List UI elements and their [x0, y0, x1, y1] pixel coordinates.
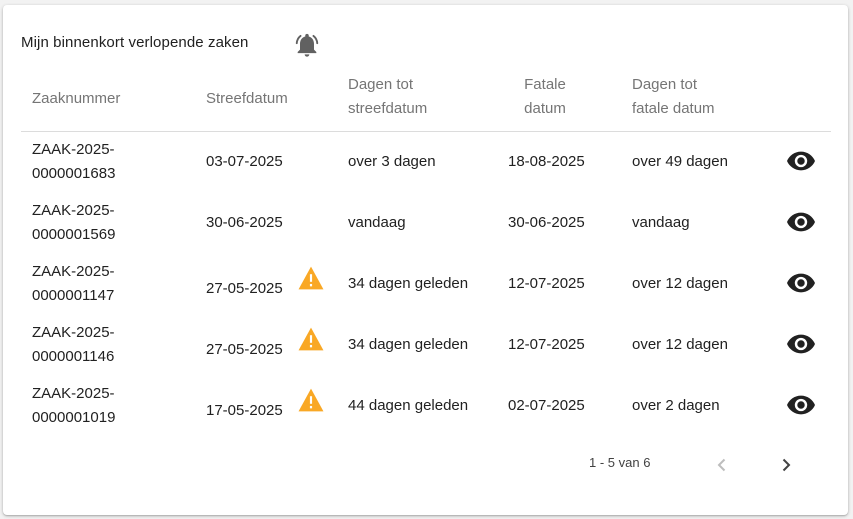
- days-to-target: over 3 dagen: [348, 153, 436, 170]
- target-date: 27-05-2025: [206, 280, 283, 297]
- warning-triangle-icon: [298, 266, 324, 290]
- days-to-target: 44 dagen geleden: [348, 397, 469, 414]
- days-to-target: 34 dagen geleden: [348, 275, 469, 292]
- fatal-date: 02-07-2025: [508, 397, 585, 414]
- target-date: 03-07-2025: [206, 153, 283, 170]
- alarm-bell-icon: [295, 33, 319, 57]
- column-header-dagen-tot-fatale-datum[interactable]: Dagen tot fatale datum: [632, 73, 715, 121]
- case-number-line: ZAAK-2025-: [32, 202, 115, 219]
- target-date: 17-05-2025: [206, 402, 283, 419]
- case-number-line: ZAAK-2025-: [32, 263, 115, 280]
- days-to-fatal: over 12 dagen: [632, 336, 728, 353]
- header-line: fatale datum: [632, 100, 715, 117]
- warning-triangle-icon: [298, 388, 324, 412]
- table-row[interactable]: ZAAK-2025- 0000001146 27-05-2025 34 dage…: [21, 314, 831, 375]
- case-number-line: 0000001569: [32, 226, 116, 243]
- days-to-fatal: over 49 dagen: [632, 153, 728, 170]
- case-number-line: ZAAK-2025-: [32, 324, 115, 341]
- warning-triangle-icon: [298, 327, 324, 351]
- fatal-date: 18-08-2025: [508, 153, 585, 170]
- case-number-line: 0000001683: [32, 165, 116, 182]
- table-row[interactable]: ZAAK-2025- 0000001147 27-05-2025 34 dage…: [21, 253, 831, 314]
- column-header-streefdatum[interactable]: Streefdatum: [206, 87, 288, 111]
- days-to-fatal: over 2 dagen: [632, 397, 720, 414]
- chevron-left-icon[interactable]: [710, 453, 734, 477]
- pagination-range: 1 - 5 van 6: [589, 455, 651, 470]
- case-number: ZAAK-2025- 0000001569: [32, 199, 115, 247]
- days-to-fatal: over 12 dagen: [632, 275, 728, 292]
- table-header: Zaaknummer Streefdatum Dagen tot streefd…: [21, 67, 831, 132]
- case-number-line: 0000001147: [32, 287, 115, 304]
- header-line: Dagen tot: [348, 76, 414, 93]
- header-line: Fatale: [524, 76, 566, 93]
- days-to-target: vandaag: [348, 214, 406, 231]
- case-number-line: ZAAK-2025-: [32, 385, 115, 402]
- column-header-zaaknummer[interactable]: Zaaknummer: [32, 87, 120, 111]
- card-title: Mijn binnenkort verlopende zaken: [21, 34, 249, 51]
- header-line: datum: [524, 100, 566, 117]
- case-number: ZAAK-2025- 0000001019: [32, 382, 115, 430]
- case-number-line: 0000001019: [32, 409, 116, 426]
- case-number: ZAAK-2025- 0000001146: [32, 321, 115, 369]
- chevron-right-icon[interactable]: [774, 453, 798, 477]
- header-line: Dagen tot: [632, 76, 698, 93]
- days-to-target: 34 dagen geleden: [348, 336, 469, 353]
- eye-icon[interactable]: [787, 273, 815, 293]
- fatal-date: 12-07-2025: [508, 336, 585, 353]
- target-date: 30-06-2025: [206, 214, 283, 231]
- eye-icon[interactable]: [787, 212, 815, 232]
- table-row[interactable]: ZAAK-2025- 0000001019 17-05-2025 44 dage…: [21, 375, 831, 436]
- eye-icon[interactable]: [787, 334, 815, 354]
- column-header-fatale-datum[interactable]: Fatale datum: [518, 73, 572, 121]
- expiring-cases-card: Mijn binnenkort verlopende zaken Zaaknum…: [3, 5, 848, 515]
- header-line: streefdatum: [348, 100, 428, 117]
- table-row[interactable]: ZAAK-2025- 0000001569 30-06-2025 vandaag…: [21, 192, 831, 253]
- case-number: ZAAK-2025- 0000001683: [32, 138, 115, 186]
- column-header-dagen-tot-streefdatum[interactable]: Dagen tot streefdatum: [348, 73, 427, 121]
- case-number-line: 0000001146: [32, 348, 115, 365]
- case-number-line: ZAAK-2025-: [32, 141, 115, 158]
- target-date: 27-05-2025: [206, 341, 283, 358]
- eye-icon[interactable]: [787, 395, 815, 415]
- case-number: ZAAK-2025- 0000001147: [32, 260, 115, 308]
- eye-icon[interactable]: [787, 151, 815, 171]
- fatal-date: 30-06-2025: [508, 214, 585, 231]
- table-row[interactable]: ZAAK-2025- 0000001683 03-07-2025 over 3 …: [21, 131, 831, 192]
- fatal-date: 12-07-2025: [508, 275, 585, 292]
- days-to-fatal: vandaag: [632, 214, 690, 231]
